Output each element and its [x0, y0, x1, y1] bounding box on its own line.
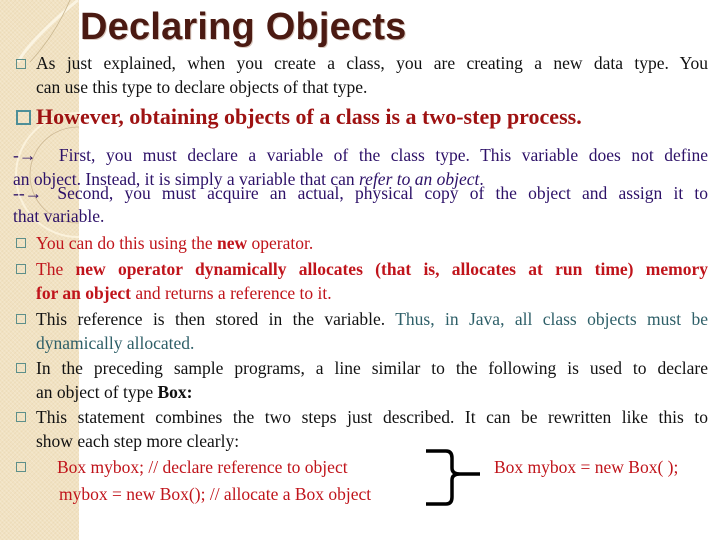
bullet-sample-line-2: an object of type Box: — [36, 380, 192, 404]
step2-line-2: that variable. — [13, 206, 105, 226]
bullet-text: You can do this using the — [36, 233, 218, 253]
bullet-combine-line-1: This statement combines the two steps ju… — [36, 407, 708, 427]
bullet-new-operator: You can do this using the new operator. — [36, 231, 313, 255]
intro-line-2: can use this type to declare objects of … — [36, 77, 368, 97]
bullet-icon — [16, 110, 31, 125]
slide-title: Declaring Objects — [80, 6, 407, 48]
bullet-icon — [16, 314, 26, 324]
step2-text: Second, you must acquire an actual, phys… — [57, 183, 709, 203]
code-combined: Box mybox = new Box( ); — [494, 457, 679, 477]
bullet-combine-line-2: show each step more clearly: — [36, 431, 240, 451]
keyword-box: Box: — [157, 382, 193, 402]
code-line-declare: Box mybox; // declare reference to objec… — [57, 457, 348, 477]
bullet-text: This reference is then stored in the var… — [36, 309, 386, 329]
step2-line-1: --→ Second, you must acquire an actual, … — [13, 181, 708, 205]
bullet-reference-line-1: This reference is then stored in the var… — [36, 307, 708, 331]
bullet-icon — [16, 238, 26, 248]
bullet-icon — [16, 363, 26, 373]
bullet-dynamic-alloc-line-1: The new operator dynamically allocates (… — [36, 257, 708, 281]
bullet-dynamic-alloc-line-2: for an object and returns a reference to… — [36, 281, 332, 305]
bullet-icon — [16, 264, 26, 274]
step1-text: First, you must declare a variable of th… — [58, 145, 709, 165]
bullet-icon — [16, 59, 26, 69]
bullet-bold-text: new operator dynamically allocates (that… — [75, 259, 708, 279]
bullet-icon — [16, 412, 26, 422]
step1-line-1: -→ First, you must declare a variable of… — [13, 143, 708, 167]
bullet-icon — [16, 462, 26, 472]
bullet-text: operator. — [247, 233, 314, 253]
bullet-text: an object of type — [36, 382, 158, 402]
curly-brace-right-icon — [426, 449, 480, 506]
bullet-text: and returns a reference to it. — [130, 283, 332, 303]
bullet-sample-line-1: In the preceding sample programs, a line… — [36, 358, 708, 378]
arrow-icon: --→ — [13, 183, 43, 203]
bullet-text: The — [36, 259, 76, 279]
section-heading: However, obtaining objects of a class is… — [36, 104, 582, 129]
bullet-teal-text: Thus, in Java, all class objects must be — [385, 309, 708, 329]
keyword-new: new — [217, 233, 248, 253]
intro-line-1: As just explained, when you create a cla… — [36, 53, 708, 73]
code-line-allocate: mybox = new Box(); // allocate a Box obj… — [59, 484, 372, 504]
bullet-bold-text: for an object — [36, 283, 131, 303]
bullet-reference-line-2: dynamically allocated. — [36, 333, 195, 353]
arrow-icon: -→ — [13, 145, 37, 165]
